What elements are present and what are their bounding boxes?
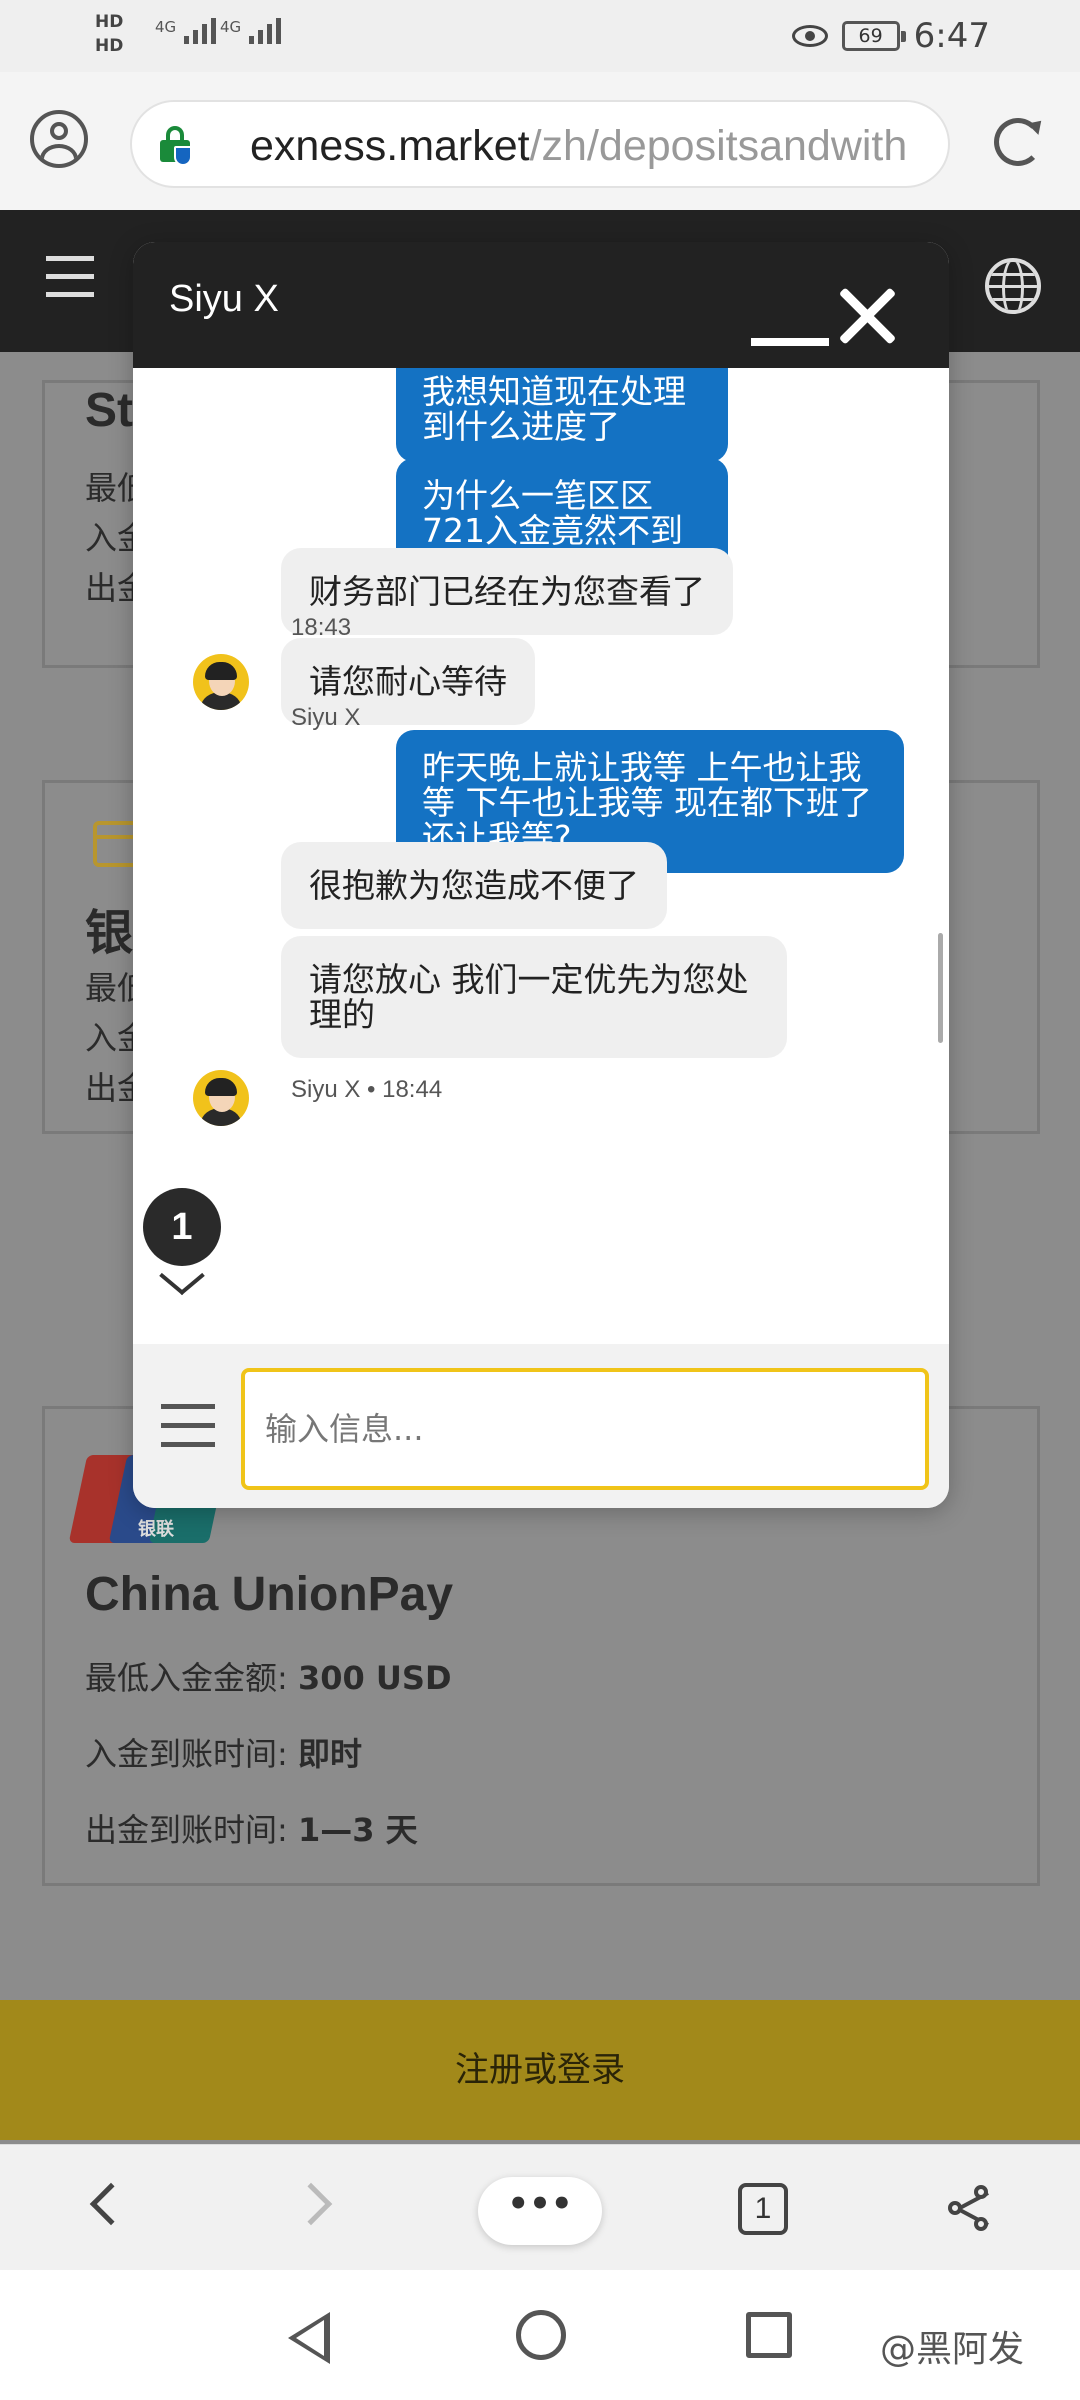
language-globe-icon[interactable]: [985, 258, 1041, 314]
deposit-time-label: 入金到账时间:: [85, 1735, 298, 1773]
agent-avatar: [193, 1070, 249, 1126]
url-path: /zh/depositsandwith: [529, 122, 908, 170]
eye-comfort-icon: [791, 25, 828, 47]
withdraw-time-value: 1—3 天: [297, 1811, 418, 1849]
secure-lock-icon[interactable]: [160, 126, 192, 166]
account-icon[interactable]: [30, 110, 88, 168]
chat-composer: [133, 1344, 949, 1508]
minimize-button[interactable]: [751, 312, 829, 352]
chat-messages[interactable]: 我想知道现在处理到什么进度了 为什么一笔区区721入金竟然不到账 财务部门已经在…: [133, 368, 949, 1344]
unread-count-badge[interactable]: 1: [143, 1188, 221, 1266]
reload-icon[interactable]: [994, 118, 1042, 166]
status-bar: HD HD 4G 4G 69 6:47: [0, 0, 1080, 72]
url-text[interactable]: exness.market/zh/depositsandwith: [250, 118, 930, 174]
nav-home-icon[interactable]: [516, 2310, 566, 2360]
min-deposit-value: 300 USD: [297, 1659, 452, 1697]
card-title: 银: [85, 907, 134, 960]
browser-address-bar: exness.market/zh/depositsandwith: [0, 72, 1080, 210]
network-type-label: 4G: [220, 18, 242, 36]
live-chat-window: Siyu X 我想知道现在处理到什么进度了 为什么一笔区区721入金竟然不到账 …: [133, 242, 949, 1508]
signup-login-button[interactable]: 注册或登录: [0, 2000, 1080, 2140]
system-navigation-bar: @黑阿发: [0, 2270, 1080, 2400]
min-deposit-label: 最低入金金额:: [85, 1659, 298, 1697]
network-type-label: 4G: [155, 18, 177, 36]
url-domain: exness.market: [250, 122, 530, 170]
watermark: @黑阿发: [880, 2329, 1025, 2370]
card-title: St: [85, 384, 133, 437]
chat-agent-name: Siyu X: [169, 278, 279, 320]
battery-icon: 69: [841, 21, 906, 51]
chat-message-input[interactable]: [241, 1368, 929, 1490]
signup-login-label: 注册或登录: [455, 2050, 625, 2090]
withdraw-time-row: 出金到账时间: 1—3 天: [85, 1805, 418, 1851]
nav-recents-icon[interactable]: [746, 2312, 792, 2358]
hd2-label: HD: [95, 36, 124, 56]
withdraw-time-label: 出金到账时间:: [85, 1811, 298, 1849]
chevron-down-icon[interactable]: [159, 1270, 203, 1314]
deposit-time-row: 入金到账时间: 即时: [85, 1729, 362, 1775]
nav-back-icon[interactable]: [288, 2312, 330, 2364]
outgoing-message: 我想知道现在处理到什么进度了: [396, 368, 728, 462]
chat-scrollbar[interactable]: [938, 933, 943, 1043]
message-sender-time: Siyu X • 18:44: [291, 1076, 443, 1103]
min-deposit-row: 最低入金金额: 300 USD: [85, 1653, 452, 1699]
message-sender: Siyu X: [291, 704, 361, 731]
clock: 6:47: [913, 16, 990, 56]
signal-icon-sim1: 4G: [155, 18, 217, 44]
agent-avatar: [193, 654, 249, 710]
incoming-message: 请您放心 我们一定优先为您处理的: [281, 936, 787, 1058]
chat-header: Siyu X: [133, 242, 949, 368]
more-options-button[interactable]: •••: [478, 2177, 602, 2245]
deposit-time-value: 即时: [297, 1735, 362, 1773]
hd1-label: HD: [95, 12, 124, 32]
menu-icon[interactable]: [46, 256, 94, 300]
card-title: China UnionPay: [85, 1568, 454, 1621]
back-icon[interactable]: [89, 2182, 133, 2226]
url-field[interactable]: exness.market/zh/depositsandwith: [130, 100, 950, 188]
chat-menu-icon[interactable]: [161, 1404, 215, 1450]
hd-indicators: HD HD: [95, 10, 123, 58]
signal-icon-sim2: 4G: [220, 18, 282, 44]
browser-toolbar: ••• 1: [0, 2144, 1080, 2270]
forward-icon[interactable]: [289, 2182, 333, 2226]
share-icon[interactable]: [948, 2185, 996, 2233]
tabs-button[interactable]: 1: [738, 2183, 788, 2235]
incoming-message: 很抱歉为您造成不便了: [281, 842, 667, 929]
close-button[interactable]: [833, 282, 903, 352]
